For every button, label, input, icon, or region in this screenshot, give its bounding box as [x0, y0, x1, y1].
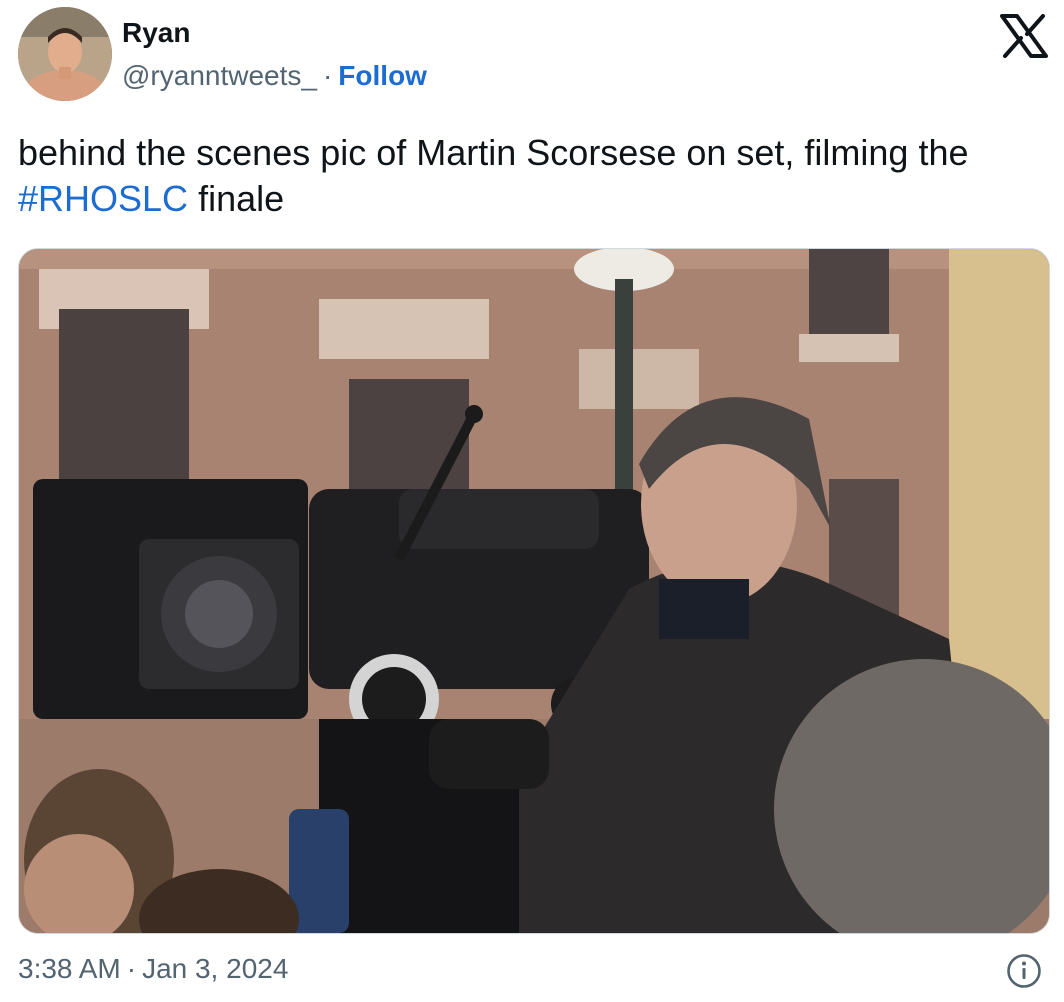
author-handle[interactable]: @ryanntweets_ [122, 60, 317, 91]
tweet-text-before: behind the scenes pic of Martin Scorsese… [18, 132, 969, 173]
tweet-time: 3:38 AM [18, 953, 121, 984]
hashtag-link[interactable]: #RHOSLC [18, 178, 188, 219]
info-icon[interactable] [1006, 953, 1042, 989]
media-image [19, 249, 1049, 933]
handle-separator: · [322, 60, 333, 91]
timestamp-separator: · [126, 953, 137, 984]
tweet-embed: Ryan @ryanntweets_ · Follow behind the sce… [0, 0, 1064, 1002]
avatar[interactable] [18, 7, 112, 101]
tweet-text-after: finale [198, 178, 285, 219]
timestamp[interactable]: 3:38 AM · Jan 3, 2024 [18, 953, 288, 985]
tweet-text: behind the scenes pic of Martin Scorsese… [18, 130, 1038, 222]
follow-button[interactable]: Follow [338, 60, 427, 91]
profile-photo [18, 7, 112, 101]
author-name[interactable]: Ryan [122, 17, 190, 49]
tweet-photo[interactable] [18, 248, 1050, 934]
x-logo-icon[interactable] [1000, 14, 1048, 58]
tweet-date: Jan 3, 2024 [142, 953, 289, 984]
author-handle-row: @ryanntweets_ · Follow [122, 60, 427, 92]
